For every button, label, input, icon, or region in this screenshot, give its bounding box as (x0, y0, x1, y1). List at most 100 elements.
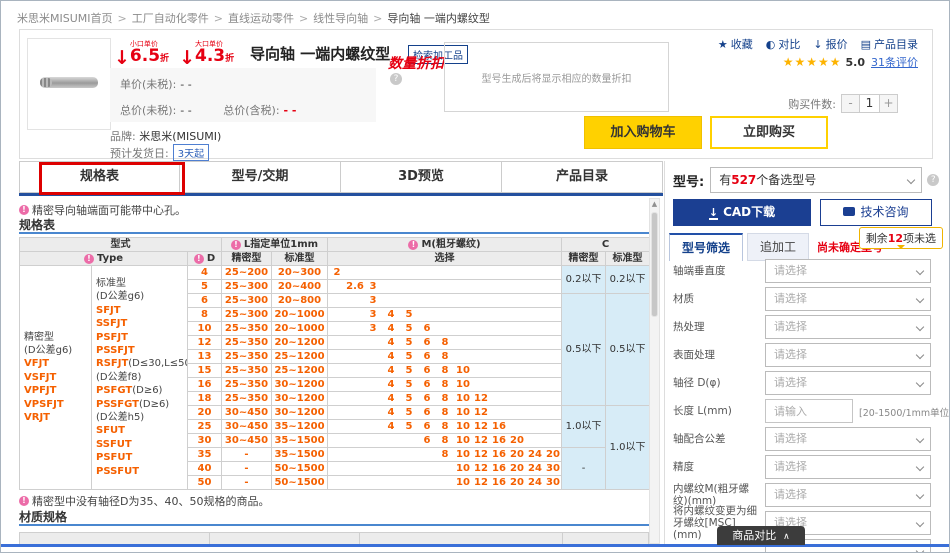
m-values-cell: 8101216202420 (328, 448, 562, 462)
header-l-standard: 标准型 (272, 252, 328, 266)
m-values-cell: 345 (328, 308, 562, 322)
chevron-down-icon (916, 547, 924, 553)
field-label: 内螺纹M(粗牙螺纹)(mm) (673, 483, 763, 507)
quote-download-icon: ↓ (813, 38, 822, 51)
d-value: 4 (188, 266, 222, 280)
product-thumbnail[interactable] (27, 38, 111, 130)
total-tax-label: 总价(含税): (223, 104, 279, 117)
tab-main[interactable]: 产品目录 (502, 161, 663, 193)
scrollbar-thumb[interactable] (651, 212, 658, 317)
breadcrumb-separator: > (118, 12, 127, 25)
l-standard-value: 25~1200 (272, 350, 328, 364)
type-precision-cell: 精密型(D公差g6)VFJTVSFJTVPFJTVPSFJTVRJT (20, 266, 92, 490)
m-values-cell: 2 (328, 266, 562, 280)
breadcrumb-item[interactable]: 米思米MISUMI首页 (17, 12, 113, 25)
c-precision-value: - (562, 448, 606, 490)
l-precision-value: 30~450 (222, 406, 272, 420)
breadcrumb-item[interactable]: 工厂自动化零件 (132, 12, 209, 25)
favorite-label: 收藏 (731, 36, 753, 52)
star-rating-icons: ★★★★★ (783, 55, 842, 69)
down-arrow-icon: ↓ (179, 50, 195, 67)
product-compare-button[interactable]: 商品对比 ∧ (717, 526, 805, 545)
tab-main[interactable]: 3D预览 (341, 161, 502, 193)
d-value: 6 (188, 294, 222, 308)
info-dot-icon: ! (408, 240, 418, 250)
chevron-down-icon (916, 379, 924, 387)
scroll-up-arrow-icon[interactable]: ▲ (650, 199, 659, 210)
chevron-down-icon (916, 463, 924, 471)
l-precision-value: 30~450 (222, 420, 272, 434)
field-label: 热处理 (673, 321, 763, 333)
reviews-link[interactable]: 31条评价 (871, 54, 918, 70)
buy-now-button[interactable]: 立即购买 (710, 116, 828, 149)
qty-value[interactable]: 1 (860, 94, 879, 113)
chevron-down-icon (916, 435, 924, 443)
content-scrollbar[interactable]: ▲ (649, 198, 660, 544)
qty-minus-button[interactable]: - (841, 94, 860, 113)
info-dot-icon: ! (231, 240, 241, 250)
filter-field-row: 轴配合公差请选择 (673, 425, 943, 453)
select-field-3[interactable]: 请选择 (765, 343, 931, 367)
select-field-8[interactable]: 请选择 (765, 483, 931, 507)
download-icon: ↓ (709, 208, 718, 220)
l-precision-value: - (222, 462, 272, 476)
field-label: 轴径 D(φ) (673, 377, 763, 389)
cad-download-button[interactable]: ↓CAD下载 (673, 199, 811, 226)
c-precision-value: 0.2以下 (562, 266, 606, 294)
l-standard-value: 30~1200 (272, 406, 328, 420)
breadcrumb-separator: > (214, 12, 223, 25)
select-field-4[interactable]: 请选择 (765, 371, 931, 395)
tech-consult-button[interactable]: 技术咨询 (820, 199, 932, 226)
select-field-1[interactable]: 请选择 (765, 287, 931, 311)
unit-price-label: 单价(未税): (120, 78, 176, 91)
quantity-discount-box: 型号生成后将显示相应的数量折扣 (444, 42, 669, 112)
quote-download-action[interactable]: ↓报价 (813, 36, 847, 52)
ship-label: 预计发货日: (110, 147, 169, 160)
favorite-action[interactable]: ★收藏 (718, 36, 753, 52)
filter-fields: 轴端垂直度请选择材质请选择热处理请选择表面处理请选择轴径 D(φ)请选择长度 L… (673, 257, 943, 553)
d-value: 10 (188, 322, 222, 336)
field-label: 长度 L(mm) (673, 405, 763, 417)
select-field-2[interactable]: 请选择 (765, 315, 931, 339)
breadcrumb-item[interactable]: 导向轴 一端内螺纹型 (387, 12, 490, 25)
breadcrumb-item[interactable]: 直线运动零件 (228, 12, 294, 25)
compare-action[interactable]: ◐对比 (766, 36, 801, 52)
field-label: 表面处理 (673, 349, 763, 361)
panel-buttons: ↓CAD下载 技术咨询 (673, 199, 932, 226)
filter-field-row: 表面处理请选择 (673, 341, 943, 369)
breadcrumb-item[interactable]: 线性导向轴 (313, 12, 368, 25)
brand-value: 米思米(MISUMI) (139, 130, 221, 143)
quantity-stepper: - 1 + (841, 94, 898, 113)
l-precision-value: 25~350 (222, 378, 272, 392)
qty-plus-button[interactable]: + (879, 94, 898, 113)
tab-main[interactable]: 型号/交期 (180, 161, 341, 193)
tab-underline (19, 193, 663, 196)
section-title-material: 材质规格 (19, 508, 67, 525)
compare-label: 对比 (778, 36, 800, 52)
c-precision-value: 0.5以下 (562, 294, 606, 406)
model-select[interactable]: 有527个备选型号 (710, 167, 922, 193)
info-icon[interactable]: ? (927, 174, 939, 186)
header-c: C (562, 238, 650, 252)
select-field-0[interactable]: 请选择 (765, 259, 931, 283)
field-label: 轴配合公差 (673, 433, 763, 445)
discount-badge-small-lot: ↓ 小口单价 6.5折 (114, 39, 169, 67)
select-field-6[interactable]: 请选择 (765, 427, 931, 451)
select-field-7[interactable]: 请选择 (765, 455, 931, 479)
m-values-cell: 456810 (328, 378, 562, 392)
info-icon[interactable]: ? (390, 73, 402, 85)
input-field-5[interactable] (765, 399, 853, 423)
tab-active-main[interactable]: 规格表 (19, 161, 180, 193)
chevron-down-icon (916, 491, 924, 499)
add-to-cart-button[interactable]: 加入购物车 (584, 116, 702, 149)
m-values-cell: 45681012 (328, 392, 562, 406)
catalog-label: 产品目录 (874, 36, 918, 52)
filter-field-row: 精度请选择 (673, 453, 943, 481)
header-l: !L指定单位1mm (222, 238, 328, 252)
d-value: 15 (188, 364, 222, 378)
m-values-cell: 4568101216 (328, 420, 562, 434)
qty-label: 购买件数: (788, 96, 836, 112)
chevron-up-icon: ∧ (780, 532, 789, 542)
l-precision-value: 30~450 (222, 434, 272, 448)
catalog-action[interactable]: ▤产品目录 (861, 36, 918, 52)
